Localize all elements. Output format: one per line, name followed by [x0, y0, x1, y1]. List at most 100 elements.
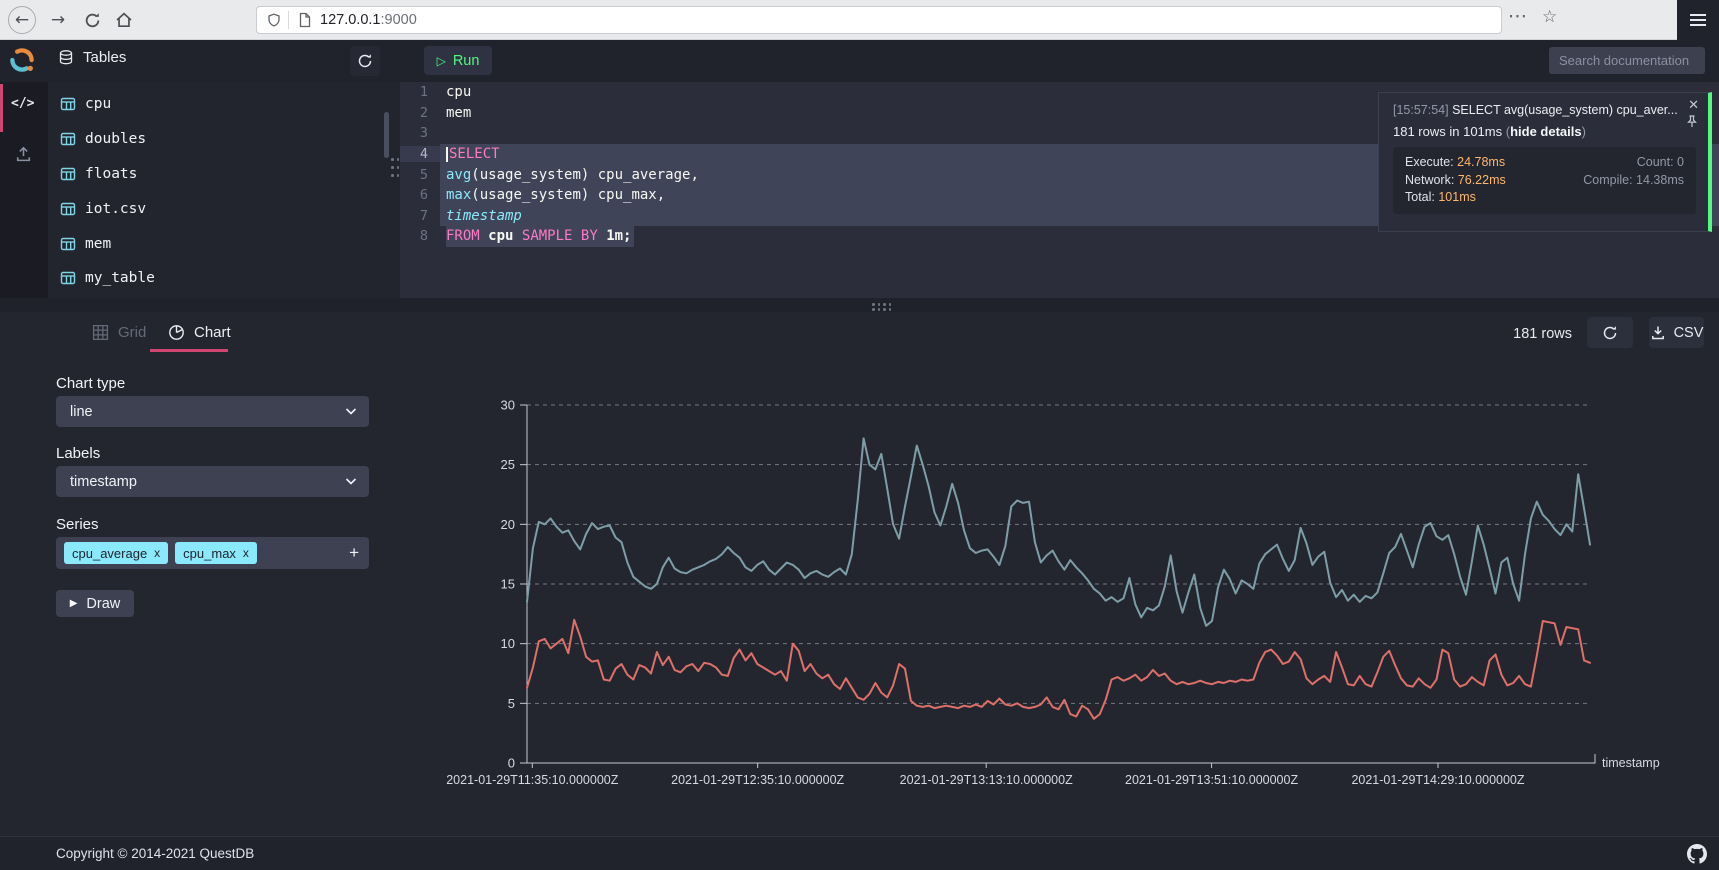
query-notification-popup: [15:57:54] SELECT avg(usage_system) cpu_… — [1378, 92, 1712, 232]
table-row[interactable]: floats — [48, 157, 390, 192]
close-icon[interactable]: ✕ — [1688, 97, 1699, 113]
popup-paren: ) — [1582, 124, 1586, 139]
browser-reload-button[interactable] — [80, 8, 104, 32]
svg-text:2021-01-29T13:51:10.000000Z: 2021-01-29T13:51:10.000000Z — [1125, 773, 1298, 787]
table-name: cpu — [85, 96, 111, 112]
browser-home-button[interactable] — [112, 8, 136, 32]
app-top-bar: Tables ▷ Run — [0, 40, 1719, 82]
count-line: Count: 0 — [1583, 154, 1684, 172]
table-name: floats — [85, 166, 137, 182]
bookmark-star-icon[interactable]: ☆ — [1542, 7, 1557, 27]
series-chip-remove[interactable]: x — [243, 546, 249, 560]
total-label: Total: — [1405, 190, 1438, 204]
popup-timestamp: [15:57:54] — [1393, 103, 1449, 117]
tables-list: cpu doubles floats iot.csv mem my_table — [48, 87, 390, 296]
splitter-strip — [0, 298, 1719, 312]
run-label: Run — [453, 53, 480, 69]
series-chip[interactable]: cpu_average x — [64, 542, 168, 564]
pin-icon[interactable] — [1686, 115, 1698, 128]
browser-forward-button[interactable]: → — [46, 8, 70, 32]
browser-address-bar[interactable]: 127.0.0.1:9000 — [256, 6, 1502, 34]
chart-type-label: Chart type — [56, 375, 125, 392]
horizontal-splitter-handle[interactable] — [872, 303, 894, 310]
series-chip-remove[interactable]: x — [154, 546, 160, 560]
table-row[interactable]: iot.csv — [48, 191, 390, 226]
refresh-tables-button[interactable] — [350, 46, 380, 76]
run-query-button[interactable]: ▷ Run — [424, 46, 492, 75]
line-number: 2 — [400, 105, 440, 121]
questdb-logo[interactable] — [8, 46, 36, 74]
refresh-results-button[interactable] — [1587, 317, 1633, 348]
footer: Copyright © 2014-2021 QuestDB — [0, 836, 1719, 870]
browser-overflow-icon[interactable]: ⋯ — [1508, 5, 1528, 28]
total-value: 101ms — [1438, 190, 1476, 204]
table-row[interactable]: mem — [48, 226, 390, 261]
search-documentation-input[interactable] — [1549, 47, 1705, 74]
github-icon[interactable] — [1687, 844, 1707, 864]
table-icon — [60, 166, 76, 182]
reload-icon — [84, 12, 101, 29]
series-input[interactable]: cpu_averagexcpu_maxx + — [56, 537, 369, 569]
forward-arrow-icon: → — [51, 10, 65, 30]
svg-text:5: 5 — [508, 696, 515, 711]
refresh-icon — [357, 53, 373, 69]
table-row[interactable]: cpu — [48, 87, 390, 122]
network-label: Network: — [1405, 173, 1458, 187]
series-label: Series — [56, 516, 99, 533]
popup-rows-summary: 181 rows in 101ms — [1393, 124, 1506, 139]
csv-label: CSV — [1674, 325, 1704, 341]
back-arrow-icon: ← — [15, 10, 29, 30]
editor-resize-handle[interactable] — [391, 158, 400, 180]
table-name: doubles — [85, 131, 146, 147]
table-row[interactable]: doubles — [48, 122, 390, 157]
run-play-icon: ▷ — [437, 54, 446, 68]
execute-value: 24.78ms — [1457, 155, 1505, 169]
code-editor-icon[interactable]: </> — [11, 96, 34, 111]
popup-query-text: SELECT avg(usage_system) cpu_aver... — [1452, 103, 1678, 117]
chart-type-value: line — [70, 404, 93, 420]
browser-back-button[interactable]: ← — [8, 6, 36, 34]
line-number: 8 — [400, 228, 440, 244]
svg-text:timestamp: timestamp — [1602, 756, 1660, 770]
copyright-text: Copyright © 2014-2021 QuestDB — [56, 846, 254, 861]
popup-details-panel: Execute: 24.78ms Network: 76.22ms Total:… — [1393, 147, 1696, 214]
table-row[interactable]: my_table — [48, 261, 390, 296]
shield-icon — [267, 13, 281, 28]
page-icon — [298, 12, 312, 28]
labels-select[interactable]: timestamp — [56, 466, 369, 497]
rows-count: 181 rows — [1513, 326, 1572, 342]
add-series-button[interactable]: + — [349, 543, 359, 563]
url-text: 127.0.0.1 — [320, 12, 380, 28]
grid-tab-label: Grid — [118, 324, 146, 341]
tables-title: Tables — [83, 49, 126, 66]
import-upload-icon[interactable] — [14, 144, 33, 163]
tab-chart[interactable]: Chart — [168, 324, 231, 341]
table-icon — [60, 201, 76, 217]
timing-details: Execute: 24.78ms Network: 76.22ms Total:… — [1405, 154, 1506, 207]
browser-menu-icon[interactable] — [1690, 11, 1706, 29]
count-details: Count: 0 Compile: 14.38ms — [1583, 154, 1684, 207]
tab-grid[interactable]: Grid — [92, 324, 146, 341]
line-number: 5 — [400, 167, 440, 183]
network-value: 76.22ms — [1458, 173, 1506, 187]
draw-button[interactable]: ▶ Draw — [56, 590, 134, 617]
svg-text:2021-01-29T11:35:10.000000Z: 2021-01-29T11:35:10.000000Z — [446, 773, 618, 787]
line-number: 4 — [400, 146, 440, 162]
series-chip-name: cpu_average — [72, 546, 147, 561]
series-chips: cpu_averagexcpu_maxx — [64, 542, 257, 564]
tables-scrollbar[interactable] — [384, 112, 389, 158]
active-tab-underline — [150, 349, 228, 352]
tables-panel: cpu doubles floats iot.csv mem my_table — [48, 82, 390, 298]
table-icon — [60, 131, 76, 147]
chart-type-select[interactable]: line — [56, 396, 369, 427]
refresh-icon — [1602, 325, 1618, 341]
tables-panel-header: Tables — [58, 49, 126, 66]
series-chip[interactable]: cpu_maxx — [175, 542, 257, 564]
chevron-down-icon — [345, 477, 357, 486]
download-icon — [1650, 325, 1666, 341]
download-csv-button[interactable]: CSV — [1649, 317, 1704, 348]
table-icon — [60, 96, 76, 112]
line-number: 3 — [400, 125, 440, 141]
hide-details-link[interactable]: hide details — [1510, 124, 1582, 139]
line-chart[interactable]: 0510152025302021-01-29T11:35:10.000000Z2… — [440, 380, 1715, 810]
